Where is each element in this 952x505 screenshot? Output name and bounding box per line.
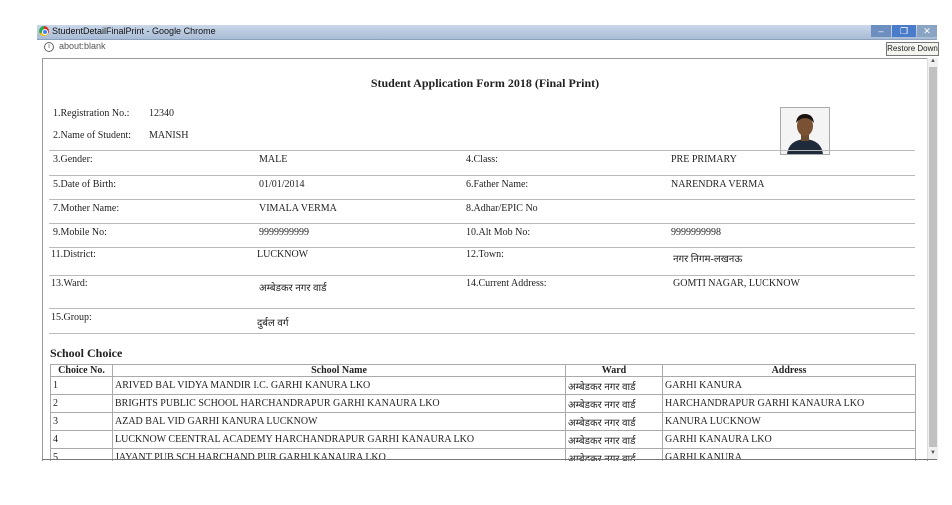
father-name-label: 6.Father Name: [466,179,529,190]
divider [49,199,915,200]
window-titlebar: StudentDetailFinalPrint - Google Chrome … [37,25,937,40]
choice-no-cell: 2 [50,394,113,413]
header-ward: Ward [565,364,663,377]
choice-no-cell: 1 [50,376,113,395]
scroll-down-arrow-icon[interactable]: ▼ [928,450,938,458]
student-name-value: MANISH [149,130,189,141]
ward-value: अम्बेडकर नगर वार्ड [259,283,327,294]
ward-cell: अम्बेडकर नगर वार्ड [565,376,663,395]
address-cell: GARHI KANAURA LKO [662,430,916,449]
alt-mobile-value: 9999999998 [671,227,721,238]
url-text: about:blank [59,41,106,51]
divider [49,275,915,276]
current-address-label: 14.Current Address: [466,278,547,289]
restore-down-button[interactable]: ❐ [892,25,916,37]
mobile-value: 9999999999 [259,227,309,238]
mother-name-value: VIMALA VERMA [259,203,337,214]
divider [49,223,915,224]
registration-label: 1.Registration No.: [53,108,130,119]
choice-no-cell: 4 [50,430,113,449]
registration-value: 12340 [149,108,174,119]
minimize-button[interactable]: – [871,25,891,37]
school-choice-heading: School Choice [50,346,123,360]
header-choice-no: Choice No. [50,364,113,377]
scroll-up-arrow-icon[interactable]: ▲ [928,58,938,66]
address-bar[interactable]: i about:blank [37,40,885,54]
district-value: LUCKNOW [257,249,309,260]
group-label: 15.Group: [51,312,92,323]
table-row: 4 LUCKNOW CEENTRAL ACADEMY HARCHANDRAPUR… [50,430,916,449]
school-name-cell: LUCKNOW CEENTRAL ACADEMY HARCHANDRAPUR G… [112,430,566,449]
window-bottom-edge [42,459,937,460]
dob-label: 5.Date of Birth: [53,179,117,190]
student-photo [780,107,830,155]
group-value: दुर्बल वर्ग [257,318,289,329]
window-title: StudentDetailFinalPrint - Google Chrome [52,26,216,36]
school-choice-table: Choice No. School Name Ward Address 1 AR… [50,364,916,461]
gender-value: MALE [259,154,288,165]
ward-cell: अम्बेडकर नगर वार्ड [565,412,663,431]
divider [49,175,915,176]
table-row: 3 AZAD BAL VID GARHI KANURA LUCKNOW अम्ब… [50,412,916,431]
scroll-thumb[interactable] [929,67,937,447]
town-value: नगर निगम-लखनऊ [673,254,743,265]
district-label: 11.District: [51,249,96,260]
header-school-name: School Name [112,364,566,377]
header-address: Address [662,364,916,377]
mother-name-label: 7.Mother Name: [53,203,120,214]
mobile-label: 9.Mobile No: [53,227,107,238]
gender-label: 3.Gender: [53,154,93,165]
table-header-row: Choice No. School Name Ward Address [50,364,916,377]
alt-mobile-label: 10.Alt Mob No: [466,227,531,238]
class-value: PRE PRIMARY [671,154,737,165]
class-label: 4.Class: [466,154,498,165]
student-name-label: 2.Name of Student: [53,130,132,141]
choice-no-cell: 3 [50,412,113,431]
address-cell: HARCHANDRAPUR GARHI KANAURA LKO [662,394,916,413]
divider [49,247,915,248]
close-button[interactable]: ✕ [917,25,937,37]
father-name-value: NARENDRA VERMA [671,179,765,190]
vertical-scrollbar[interactable]: ▲ ▼ [927,58,938,460]
ward-cell: अम्बेडकर नगर वार्ड [565,430,663,449]
town-label: 12.Town: [466,249,504,260]
divider [49,333,915,334]
address-cell: GARHI KANURA [662,376,916,395]
chrome-logo-icon [39,26,49,36]
info-icon[interactable]: i [44,42,54,52]
divider [49,308,915,309]
school-name-cell: AZAD BAL VID GARHI KANURA LUCKNOW [112,412,566,431]
form-title: Student Application Form 2018 (Final Pri… [370,76,600,90]
current-address-value: GOMTI NAGAR, LUCKNOW [673,278,800,289]
restore-down-tooltip: Restore Down [886,42,939,56]
ward-cell: अम्बेडकर नगर वार्ड [565,394,663,413]
adhar-label: 8.Adhar/EPIC No [466,203,538,214]
address-cell: KANURA LUCKNOW [662,412,916,431]
ward-label: 13.Ward: [51,278,88,289]
table-row: 1 ARIVED BAL VIDYA MANDIR I.C. GARHI KAN… [50,376,916,395]
dob-value: 01/01/2014 [259,179,305,190]
school-name-cell: BRIGHTS PUBLIC SCHOOL HARCHANDRAPUR GARH… [112,394,566,413]
table-row: 2 BRIGHTS PUBLIC SCHOOL HARCHANDRAPUR GA… [50,394,916,413]
divider [49,150,915,151]
page-content: Student Application Form 2018 (Final Pri… [42,58,928,461]
school-name-cell: ARIVED BAL VIDYA MANDIR I.C. GARHI KANUR… [112,376,566,395]
